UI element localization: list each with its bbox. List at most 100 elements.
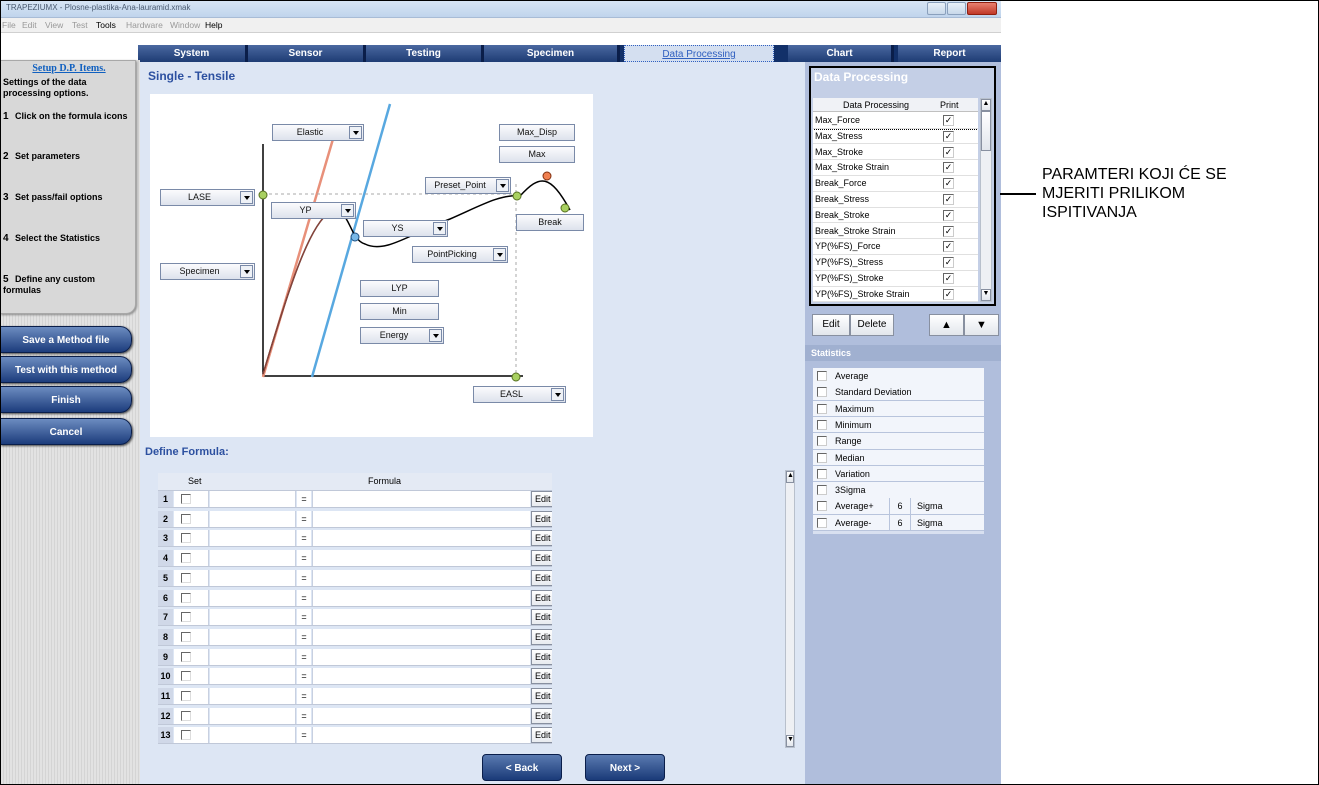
formula-cell[interactable] (312, 707, 530, 724)
formula-edit-button[interactable]: Edit (531, 609, 552, 626)
statistic-checkbox[interactable] (817, 485, 827, 496)
max-button[interactable]: Max (499, 146, 575, 163)
formula-cell[interactable] (312, 491, 530, 507)
name-cell[interactable] (210, 727, 296, 744)
formula-edit-button[interactable]: Edit (531, 688, 552, 704)
formula-cell[interactable] (312, 569, 530, 586)
dp-item[interactable]: Max_Stroke Strain ✓ (813, 159, 978, 176)
formula-cell[interactable] (312, 688, 530, 704)
set-checkbox[interactable] (181, 592, 191, 603)
name-cell[interactable] (210, 491, 296, 507)
next-button[interactable]: Next > (585, 754, 665, 781)
ys-dropdown[interactable]: YS (363, 220, 448, 237)
formula-edit-button[interactable]: Edit (531, 589, 552, 606)
dp-item[interactable]: YP(%FS)_Force ✓ (813, 238, 978, 255)
dp-item[interactable]: Break_Force ✓ (813, 175, 978, 192)
close-button[interactable] (967, 2, 997, 15)
move-down-button[interactable]: ▼ (964, 314, 999, 336)
max-disp-button[interactable]: Max_Disp (499, 124, 575, 141)
statistic-checkbox[interactable] (817, 387, 827, 398)
name-cell[interactable] (210, 688, 296, 704)
menu-file[interactable]: File (2, 20, 16, 30)
tab-system[interactable]: System (138, 45, 248, 62)
lyp-button[interactable]: LYP (360, 280, 439, 297)
name-cell[interactable] (210, 589, 296, 606)
name-cell[interactable] (210, 530, 296, 547)
set-checkbox[interactable] (181, 671, 191, 682)
statistic-checkbox[interactable] (817, 517, 827, 528)
finish-button[interactable]: Finish (0, 386, 132, 413)
help-title[interactable]: Setup D.P. Items. (9, 63, 129, 74)
formula-cell[interactable] (312, 530, 530, 547)
tab-data-processing[interactable]: Data Processing (624, 45, 774, 62)
tab-sensor[interactable]: Sensor (248, 45, 366, 62)
print-checkbox[interactable]: ✓ (943, 273, 954, 284)
sigma-count[interactable]: 6 (889, 514, 911, 531)
energy-dropdown[interactable]: Energy (360, 327, 444, 344)
tab-testing[interactable]: Testing (366, 45, 484, 62)
statistic-checkbox[interactable] (817, 501, 827, 512)
formula-cell[interactable] (312, 668, 530, 685)
minimize-button[interactable] (927, 2, 946, 15)
maximize-button[interactable] (947, 2, 966, 15)
formula-cell[interactable] (312, 648, 530, 665)
name-cell[interactable] (210, 609, 296, 626)
name-cell[interactable] (210, 628, 296, 645)
formula-cell[interactable] (312, 550, 530, 567)
tab-specimen[interactable]: Specimen (484, 45, 620, 62)
point-picking-dropdown[interactable]: PointPicking (412, 246, 508, 263)
break-button[interactable]: Break (516, 214, 584, 231)
formula-edit-button[interactable]: Edit (531, 707, 552, 724)
set-checkbox[interactable] (181, 710, 191, 721)
yp-dropdown[interactable]: YP (271, 202, 356, 219)
dp-item[interactable]: YP(%FS)_Stress ✓ (813, 254, 978, 271)
set-checkbox[interactable] (181, 494, 191, 504)
set-checkbox[interactable] (181, 533, 191, 544)
formula-cell[interactable] (312, 727, 530, 744)
menu-hardware[interactable]: Hardware (126, 20, 163, 30)
dp-item[interactable]: Max_Stroke ✓ (813, 144, 978, 161)
formula-edit-button[interactable]: Edit (531, 668, 552, 685)
formula-edit-button[interactable]: Edit (531, 530, 552, 547)
preset-point-dropdown[interactable]: Preset_Point (425, 177, 511, 194)
statistic-checkbox[interactable] (817, 436, 827, 447)
menu-edit[interactable]: Edit (22, 20, 37, 30)
set-checkbox[interactable] (181, 691, 191, 701)
dp-item[interactable]: Max_Force ✓ (813, 112, 978, 130)
dp-item[interactable]: YP(%FS)_Stroke ✓ (813, 270, 978, 287)
dp-item[interactable]: Max_Stress ✓ (813, 128, 978, 145)
menu-tools[interactable]: Tools (96, 20, 116, 30)
formula-cell[interactable] (312, 510, 530, 527)
save-method-button[interactable]: Save a Method file (0, 326, 132, 353)
statistic-checkbox[interactable] (817, 419, 827, 430)
set-checkbox[interactable] (181, 572, 191, 583)
scroll-down-icon[interactable]: ▼ (786, 735, 794, 747)
dp-item[interactable]: YP(%FS)_Stroke Strain ✓ (813, 286, 978, 302)
print-checkbox[interactable]: ✓ (943, 178, 954, 190)
print-checkbox[interactable]: ✓ (943, 162, 954, 174)
formula-cell[interactable] (312, 589, 530, 606)
scroll-down-icon[interactable]: ▼ (981, 289, 991, 301)
dp-delete-button[interactable]: Delete (850, 314, 894, 336)
set-checkbox[interactable] (181, 631, 191, 642)
statistic-checkbox[interactable] (817, 452, 827, 463)
set-checkbox[interactable] (181, 553, 191, 564)
statistic-checkbox[interactable] (817, 403, 827, 414)
scroll-up-icon[interactable]: ▲ (981, 99, 991, 111)
elastic-dropdown[interactable]: Elastic (272, 124, 364, 141)
print-checkbox[interactable]: ✓ (943, 209, 954, 221)
name-cell[interactable] (210, 510, 296, 527)
dp-item[interactable]: Break_Stress ✓ (813, 191, 978, 208)
formula-edit-button[interactable]: Edit (531, 550, 552, 567)
name-cell[interactable] (210, 707, 296, 724)
print-checkbox[interactable]: ✓ (943, 115, 954, 126)
cancel-button[interactable]: Cancel (0, 418, 132, 445)
specimen-dropdown[interactable]: Specimen (160, 263, 255, 280)
scroll-thumb[interactable] (981, 111, 991, 151)
formula-edit-button[interactable]: Edit (531, 491, 552, 507)
set-checkbox[interactable] (181, 513, 191, 524)
print-checkbox[interactable]: ✓ (943, 194, 954, 205)
tab-chart[interactable]: Chart (788, 45, 894, 62)
lase-dropdown[interactable]: LASE (160, 189, 255, 206)
formula-edit-button[interactable]: Edit (531, 628, 552, 645)
